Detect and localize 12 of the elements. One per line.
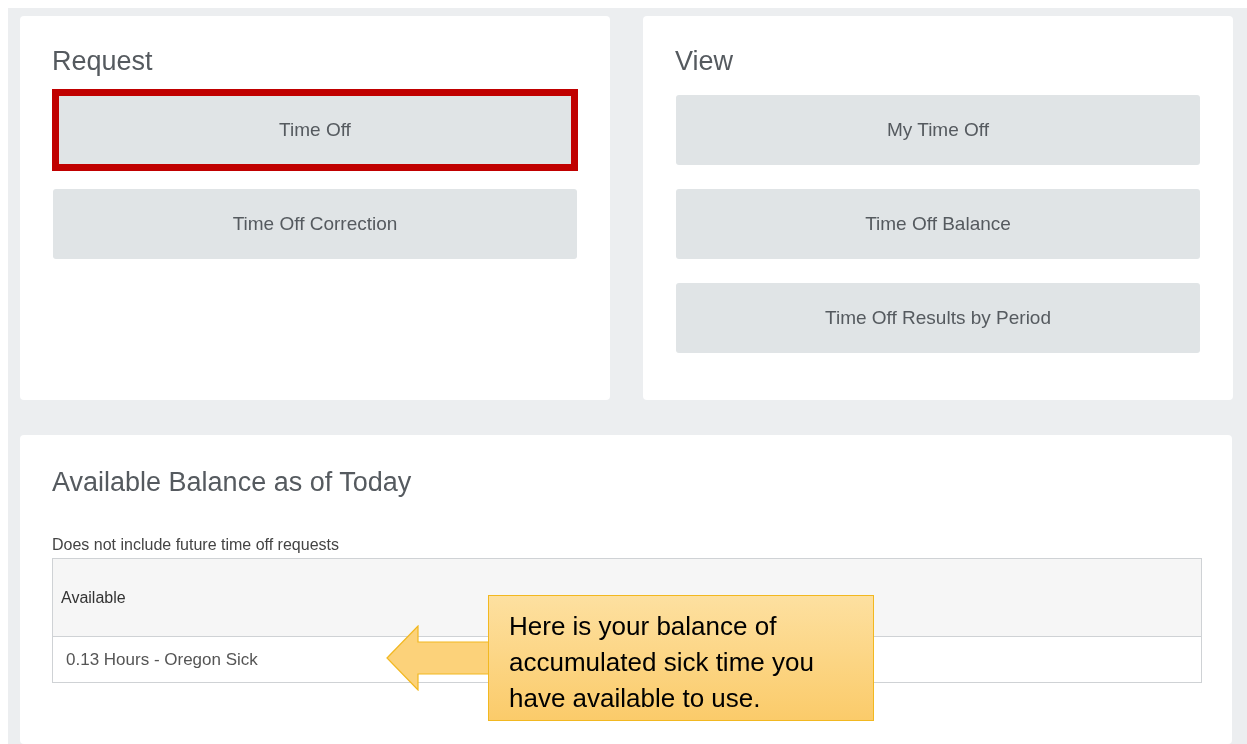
action-button[interactable]: Time Off Results by Period [676,283,1200,353]
action-button[interactable]: Time Off Balance [676,189,1200,259]
arrow-icon [386,625,490,691]
action-button[interactable]: Time Off [52,89,578,171]
callout-box: Here is your balance of accumulated sick time you have available to use. [488,595,874,721]
section-title: View [675,46,735,77]
section-title: Request [52,46,154,77]
action-button[interactable]: My Time Off [676,95,1200,165]
section-title: Available Balance as of Today [52,467,413,498]
table-note: Does not include future time off requests [52,536,340,554]
table-cell: 0.13 Hours - Oregon Sick [66,649,258,669]
action-button[interactable]: Time Off Correction [53,189,577,259]
